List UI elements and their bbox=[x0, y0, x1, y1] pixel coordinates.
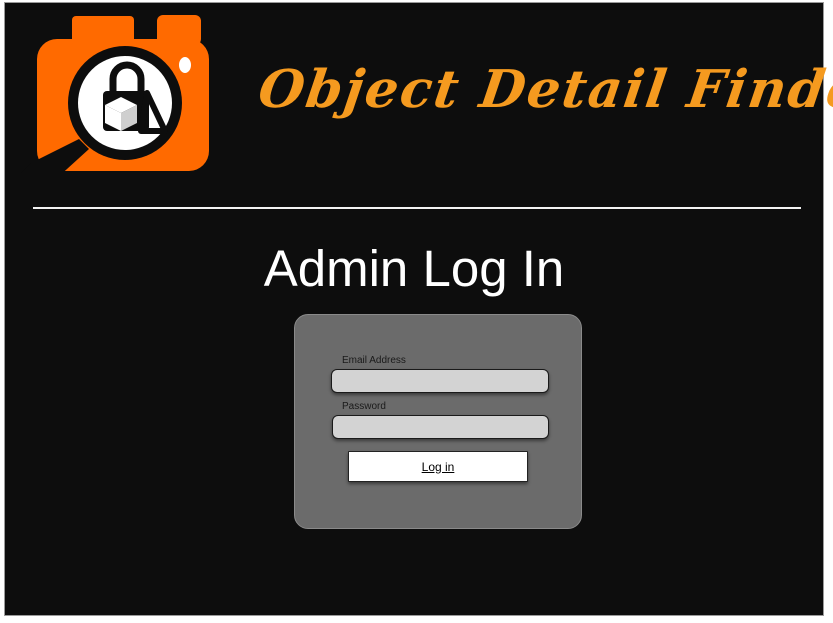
email-label: Email Address bbox=[342, 355, 406, 366]
password-label: Password bbox=[342, 401, 386, 412]
login-button[interactable]: Log in bbox=[348, 451, 528, 482]
email-field[interactable] bbox=[331, 369, 549, 393]
app-frame: Object Detail Finder Admin Log In Email … bbox=[4, 2, 833, 616]
header-divider bbox=[33, 207, 801, 209]
page-title: Admin Log In bbox=[263, 240, 565, 297]
app-title: Object Detail Finder bbox=[254, 59, 833, 120]
login-card: Email Address Password Log in bbox=[294, 314, 582, 529]
camera-magnifier-logo-icon bbox=[21, 15, 209, 188]
password-field[interactable] bbox=[332, 415, 549, 439]
